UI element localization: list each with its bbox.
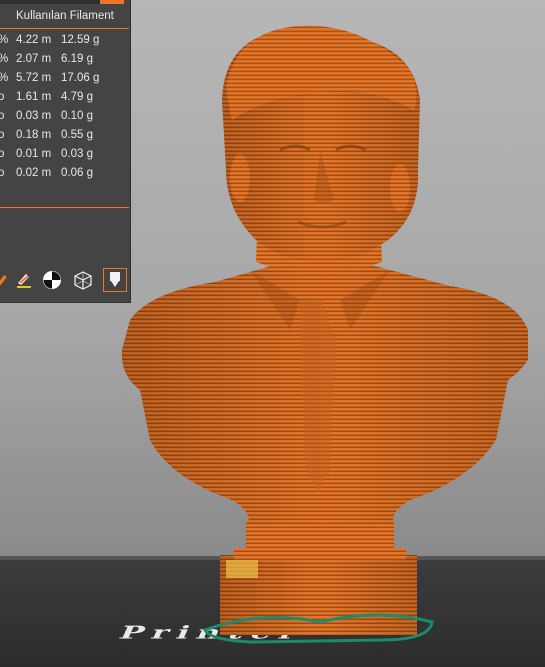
model-base	[202, 555, 434, 644]
paint-icon[interactable]	[12, 268, 36, 292]
extruder-view-icon[interactable]	[103, 268, 127, 292]
filament-row: % 4.22 m 12.59 g	[0, 34, 100, 46]
model-pedestal	[234, 520, 406, 560]
color-wheel-icon[interactable]	[40, 268, 64, 292]
slice-statistics-panel: Kullanılan Filament % 4.22 m 12.59 g % 2…	[0, 0, 131, 303]
filament-row: o 0.18 m 0.55 g	[0, 129, 93, 141]
model-torso	[121, 262, 529, 524]
filament-used-header: Kullanılan Filament	[16, 10, 114, 22]
panel-accent-bar	[100, 0, 124, 4]
view-toolbar	[0, 268, 130, 294]
header-separator	[0, 28, 129, 29]
filament-row: o 0.01 m 0.03 g	[0, 148, 93, 160]
filament-row: o 0.02 m 0.06 g	[0, 167, 93, 179]
model-head	[222, 25, 420, 262]
filament-row: o 1.61 m 4.79 g	[0, 91, 93, 103]
filament-row: % 5.72 m 17.06 g	[0, 72, 100, 84]
filament-row: % 2.07 m 6.19 g	[0, 53, 93, 65]
footer-separator	[0, 207, 129, 208]
filament-row: o 0.03 m 0.10 g	[0, 110, 93, 122]
wireframe-cube-icon[interactable]	[71, 268, 95, 292]
